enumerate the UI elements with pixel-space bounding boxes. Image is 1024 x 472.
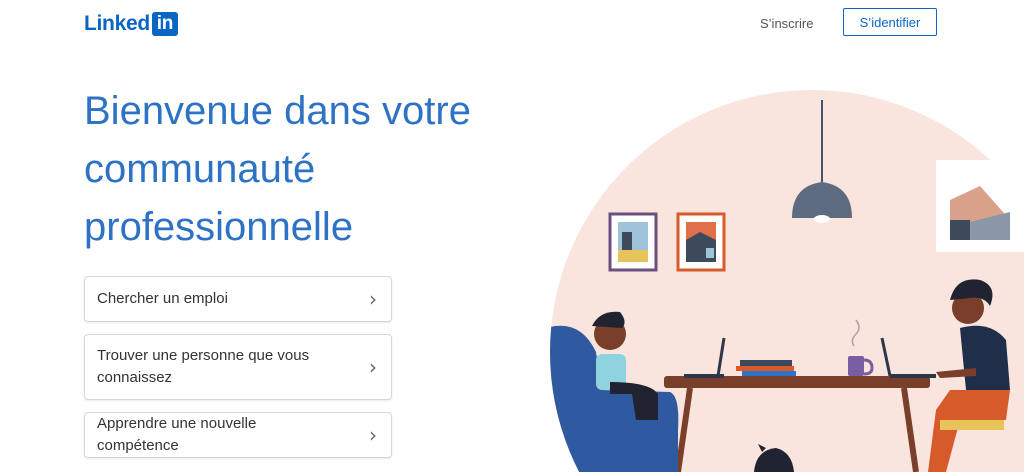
chevron-right-icon: › xyxy=(369,423,377,447)
chevron-right-icon: › xyxy=(369,355,377,379)
book-stack xyxy=(736,360,796,376)
search-job-label: Chercher un emploi xyxy=(97,290,228,307)
hero-illustration xyxy=(550,90,1024,472)
join-link[interactable]: S’inscrire xyxy=(760,12,813,36)
framed-picture-right xyxy=(676,212,726,272)
chevron-right-icon: › xyxy=(369,287,377,311)
framed-picture-left xyxy=(608,212,658,272)
learn-skill-card[interactable]: Apprendre une nouvelle compétence › xyxy=(84,412,392,458)
logo-text: Linked xyxy=(84,12,150,35)
find-person-card[interactable]: Trouver une personne que vous connaissez… xyxy=(84,334,392,400)
logo-badge: in xyxy=(151,12,178,36)
learn-skill-label: Apprendre une nouvelle compétence xyxy=(97,415,257,454)
search-job-card[interactable]: Chercher un emploi › xyxy=(84,276,392,322)
linkedin-logo[interactable]: Linked in xyxy=(84,10,178,38)
page-title: Bienvenue dans votre communauté professi… xyxy=(84,89,471,249)
signin-button[interactable]: S’identifier xyxy=(843,8,937,36)
find-person-label: Trouver une personne que vous connaissez xyxy=(97,347,310,386)
